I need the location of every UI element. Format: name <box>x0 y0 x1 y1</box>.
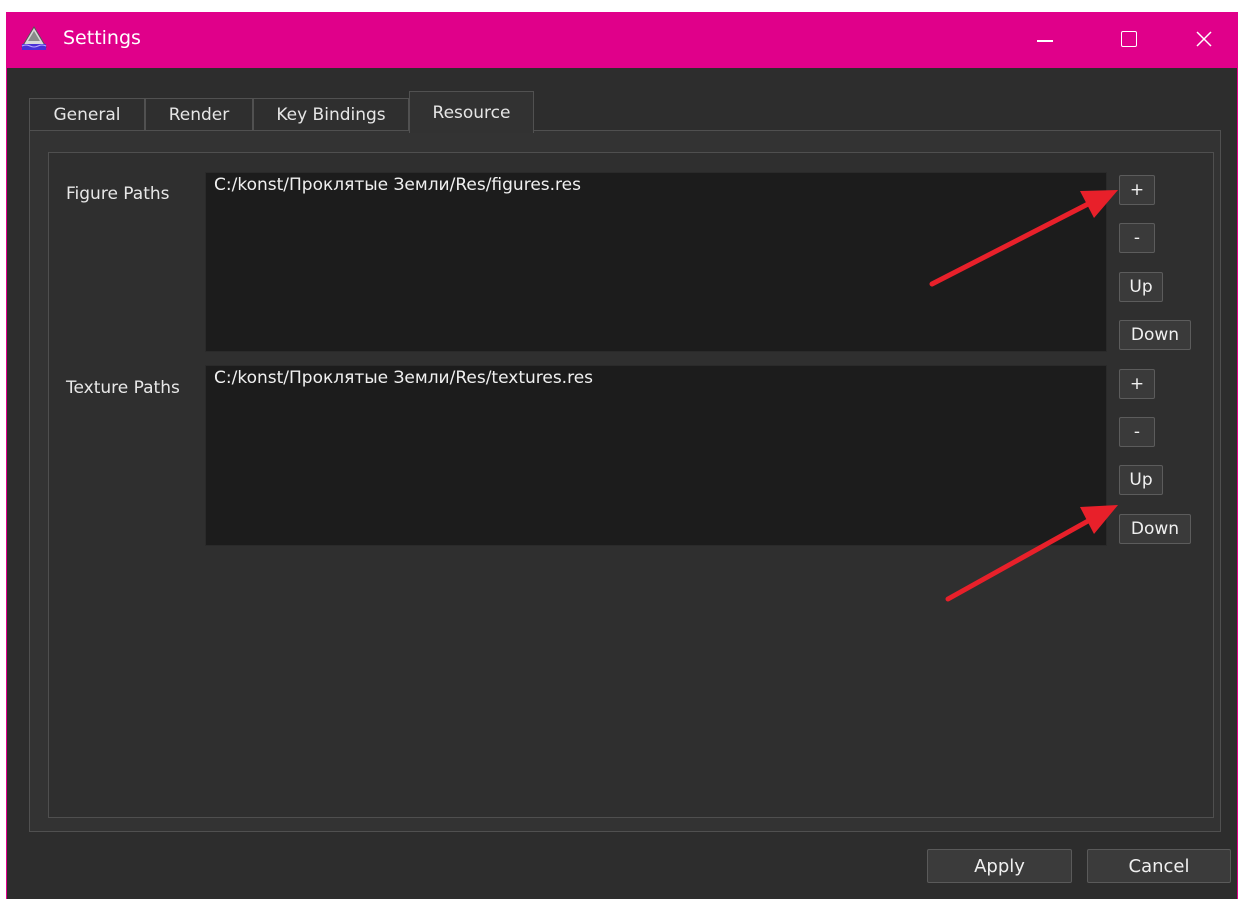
tab-resource[interactable]: Resource <box>409 91 534 133</box>
annotation-arrow-add <box>929 190 1118 287</box>
annotation-arrows <box>929 190 1118 602</box>
annotation-arrow-down <box>945 505 1118 602</box>
